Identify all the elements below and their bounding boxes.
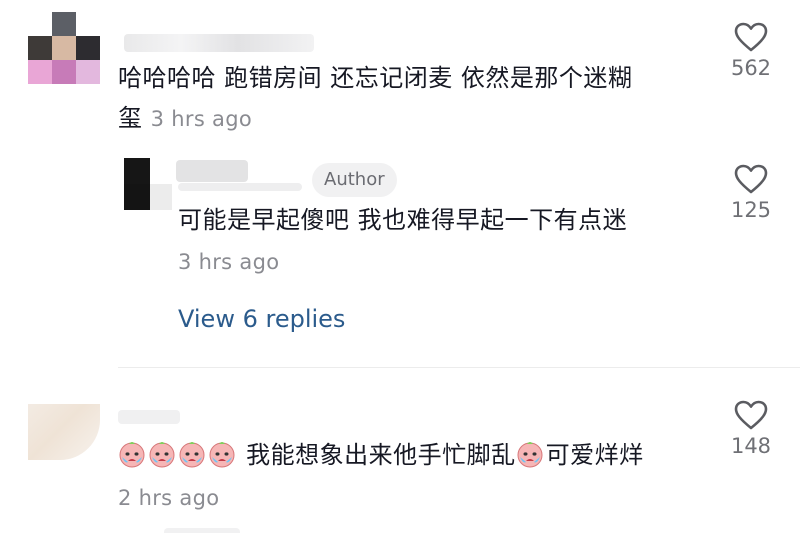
like-button[interactable]: 125 <box>721 164 781 222</box>
reply-time: 3 hrs ago <box>178 250 280 274</box>
like-button[interactable]: 562 <box>721 22 781 80</box>
crying-face-emoji-icon <box>209 442 235 468</box>
like-count: 148 <box>730 434 772 458</box>
crying-face-emoji-icon <box>517 442 543 468</box>
like-count: 562 <box>730 56 772 80</box>
like-count: 125 <box>730 198 772 222</box>
heart-outline-icon <box>734 164 768 194</box>
username-redacted[interactable] <box>178 183 302 191</box>
author-badge: Author <box>312 163 397 197</box>
comment-text: 我能想象出来他手忙脚乱 可爱烊烊 <box>118 435 718 475</box>
crying-face-emoji-icon <box>149 442 175 468</box>
crying-face-emoji-icon <box>119 442 145 468</box>
emoji-group <box>118 441 246 469</box>
comment-text: 哈哈哈哈 跑错房间 还忘记闭麦 依然是那个迷糊 玺 3 hrs ago <box>118 64 633 132</box>
like-button[interactable]: 148 <box>721 400 781 458</box>
view-replies-link[interactable]: View 6 replies <box>178 305 345 333</box>
heart-outline-icon <box>734 400 768 430</box>
username-redacted[interactable] <box>118 410 180 424</box>
username-redacted[interactable] <box>176 160 248 182</box>
crying-face-emoji-icon <box>179 442 205 468</box>
username-redacted[interactable] <box>124 34 314 52</box>
avatar[interactable] <box>28 12 100 84</box>
comment-time: 3 hrs ago <box>150 107 252 131</box>
avatar[interactable] <box>28 404 100 460</box>
heart-outline-icon <box>734 22 768 52</box>
comment-time: 2 hrs ago <box>118 486 220 510</box>
reply-text: 可能是早起傻吧 我也难得早起一下有点迷 <box>178 206 628 234</box>
avatar[interactable] <box>124 158 172 210</box>
partial-next-avatar <box>164 528 240 533</box>
divider <box>118 367 800 368</box>
